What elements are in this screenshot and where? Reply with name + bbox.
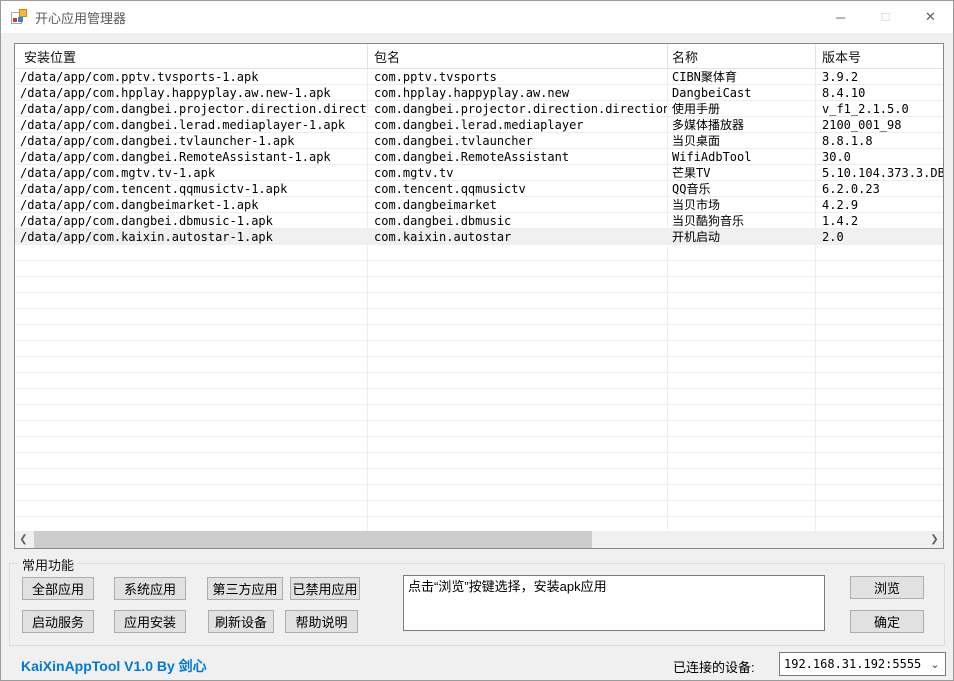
app-icon-orange-square (19, 9, 27, 17)
chevron-down-icon: ⌄ (925, 658, 945, 671)
ok-button[interactable]: 确定 (850, 610, 924, 633)
scroll-right-icon[interactable]: ❯ (926, 531, 943, 548)
cell-version: 6.2.0.23 (815, 181, 943, 197)
table-row[interactable]: /data/app/com.dangbei.dbmusic-1.apk com.… (15, 213, 943, 229)
table-row[interactable]: /data/app/com.dangbei.lerad.mediaplayer-… (15, 117, 943, 133)
cell-version: 2100_001_98 (815, 117, 943, 133)
cell-install-location: /data/app/com.hpplay.happyplay.aw.new-1.… (15, 85, 367, 101)
cell-app-name: QQ音乐 (667, 181, 815, 197)
cell-version: 3.9.2 (815, 69, 943, 85)
cell-app-name: 当贝酷狗音乐 (667, 213, 815, 229)
scrollbar-track[interactable] (32, 531, 926, 548)
connected-device-label: 已连接的设备: (673, 657, 755, 676)
cell-package-name: com.dangbeimarket (367, 197, 667, 213)
cell-package-name: com.dangbei.tvlauncher (367, 133, 667, 149)
all-apps-button[interactable]: 全部应用 (22, 577, 94, 600)
cell-install-location: /data/app/com.tencent.qqmusictv-1.apk (15, 181, 367, 197)
cell-app-name: WifiAdbTool (667, 149, 815, 165)
table-row[interactable]: /data/app/com.kaixin.autostar-1.apk com.… (15, 229, 943, 245)
scrollbar-thumb[interactable] (34, 531, 592, 548)
table-row[interactable]: /data/app/com.dangbei.tvlauncher-1.apk c… (15, 133, 943, 149)
cell-package-name: com.dangbei.lerad.mediaplayer (367, 117, 667, 133)
cell-install-location: /data/app/com.dangbei.lerad.mediaplayer-… (15, 117, 367, 133)
cell-version: v_f1_2.1.5.0 (815, 101, 943, 117)
cell-app-name: 使用手册 (667, 101, 815, 117)
cell-package-name: com.dangbei.projector.direction.directio… (367, 101, 667, 117)
table-row[interactable]: /data/app/com.dangbeimarket-1.apk com.da… (15, 197, 943, 213)
window-title: 开心应用管理器 (35, 8, 126, 27)
refresh-device-button[interactable]: 刷新设备 (208, 610, 274, 633)
cell-install-location: /data/app/com.dangbeimarket-1.apk (15, 197, 367, 213)
third-party-apps-button[interactable]: 第三方应用 (207, 577, 283, 600)
horizontal-scrollbar[interactable]: ❮ ❯ (15, 531, 943, 548)
cell-package-name: com.dangbei.RemoteAssistant (367, 149, 667, 165)
cell-package-name: com.mgtv.tv (367, 165, 667, 181)
common-functions-group: 常用功能 全部应用 系统应用 第三方应用 已禁用应用 启动服务 应用安装 刷新设… (9, 563, 945, 646)
app-window: 开心应用管理器 ─ ☐ ✕ 安装位置 包名 名称 版本号 /data/app/c… (0, 0, 954, 681)
app-list-table: 安装位置 包名 名称 版本号 /data/app/com.pptv.tvspor… (14, 43, 944, 549)
table-row[interactable]: /data/app/com.mgtv.tv-1.apk com.mgtv.tv … (15, 165, 943, 181)
cell-package-name: com.dangbei.dbmusic (367, 213, 667, 229)
close-icon[interactable]: ✕ (908, 1, 953, 33)
column-header-version[interactable]: 版本号 (815, 44, 943, 68)
cell-install-location: /data/app/com.mgtv.tv-1.apk (15, 165, 367, 181)
cell-version: 8.4.10 (815, 85, 943, 101)
column-header-install-location[interactable]: 安装位置 (15, 44, 367, 68)
apk-path-textbox[interactable]: 点击“浏览”按键选择，安装apk应用 (403, 575, 825, 631)
app-icon (11, 9, 27, 25)
table-row[interactable]: /data/app/com.dangbei.projector.directio… (15, 101, 943, 117)
table-row[interactable]: /data/app/com.pptv.tvsports-1.apk com.pp… (15, 69, 943, 85)
cell-package-name: com.hpplay.happyplay.aw.new (367, 85, 667, 101)
column-header-package-name[interactable]: 包名 (367, 44, 667, 68)
minimize-icon[interactable]: ─ (818, 1, 863, 33)
cell-package-name: com.kaixin.autostar (367, 229, 667, 245)
column-header-app-name[interactable]: 名称 (667, 44, 815, 68)
cell-package-name: com.tencent.qqmusictv (367, 181, 667, 197)
table-row[interactable]: /data/app/com.tencent.qqmusictv-1.apk co… (15, 181, 943, 197)
window-controls: ─ ☐ ✕ (818, 1, 953, 33)
cell-app-name: CIBN聚体育 (667, 69, 815, 85)
cell-install-location: /data/app/com.dangbei.dbmusic-1.apk (15, 213, 367, 229)
table-row[interactable]: /data/app/com.dangbei.RemoteAssistant-1.… (15, 149, 943, 165)
cell-version: 1.4.2 (815, 213, 943, 229)
cell-version: 30.0 (815, 149, 943, 165)
app-icon-blue-square (18, 17, 23, 22)
cell-version: 2.0 (815, 229, 943, 245)
cell-install-location: /data/app/com.dangbei.projector.directio… (15, 101, 367, 117)
table-body: /data/app/com.pptv.tvsports-1.apk com.pp… (15, 69, 943, 531)
cell-install-location: /data/app/com.pptv.tvsports-1.apk (15, 69, 367, 85)
cell-version: 8.8.1.8 (815, 133, 943, 149)
system-apps-button[interactable]: 系统应用 (114, 577, 186, 600)
browse-button[interactable]: 浏览 (850, 576, 924, 599)
start-service-button[interactable]: 启动服务 (22, 610, 94, 633)
table-row[interactable]: /data/app/com.hpplay.happyplay.aw.new-1.… (15, 85, 943, 101)
disabled-apps-button[interactable]: 已禁用应用 (290, 577, 360, 600)
maximize-icon[interactable]: ☐ (863, 1, 908, 33)
app-icon-red-square (13, 18, 17, 22)
cell-install-location: /data/app/com.kaixin.autostar-1.apk (15, 229, 367, 245)
group-label: 常用功能 (18, 555, 78, 574)
cell-app-name: 芒果TV (667, 165, 815, 181)
cell-app-name: 多媒体播放器 (667, 117, 815, 133)
cell-app-name: DangbeiCast (667, 85, 815, 101)
scroll-left-icon[interactable]: ❮ (15, 531, 32, 548)
cell-install-location: /data/app/com.dangbei.RemoteAssistant-1.… (15, 149, 367, 165)
install-app-button[interactable]: 应用安装 (114, 610, 186, 633)
help-button[interactable]: 帮助说明 (285, 610, 358, 633)
device-combobox[interactable]: 192.168.31.192:5555 ⌄ (779, 652, 946, 676)
status-bar: KaiXinAppTool V1.0 By 剑心 已连接的设备: 192.168… (1, 646, 953, 681)
cell-app-name: 开机启动 (667, 229, 815, 245)
cell-app-name: 当贝桌面 (667, 133, 815, 149)
cell-version: 5.10.104.373.3.DBTY_1 (815, 165, 943, 181)
cell-package-name: com.pptv.tvsports (367, 69, 667, 85)
table-header: 安装位置 包名 名称 版本号 (15, 44, 943, 69)
title-bar: 开心应用管理器 ─ ☐ ✕ (1, 1, 953, 33)
app-credit-text: KaiXinAppTool V1.0 By 剑心 (21, 656, 207, 676)
device-combobox-value: 192.168.31.192:5555 (780, 657, 925, 671)
cell-version: 4.2.9 (815, 197, 943, 213)
cell-app-name: 当贝市场 (667, 197, 815, 213)
cell-install-location: /data/app/com.dangbei.tvlauncher-1.apk (15, 133, 367, 149)
